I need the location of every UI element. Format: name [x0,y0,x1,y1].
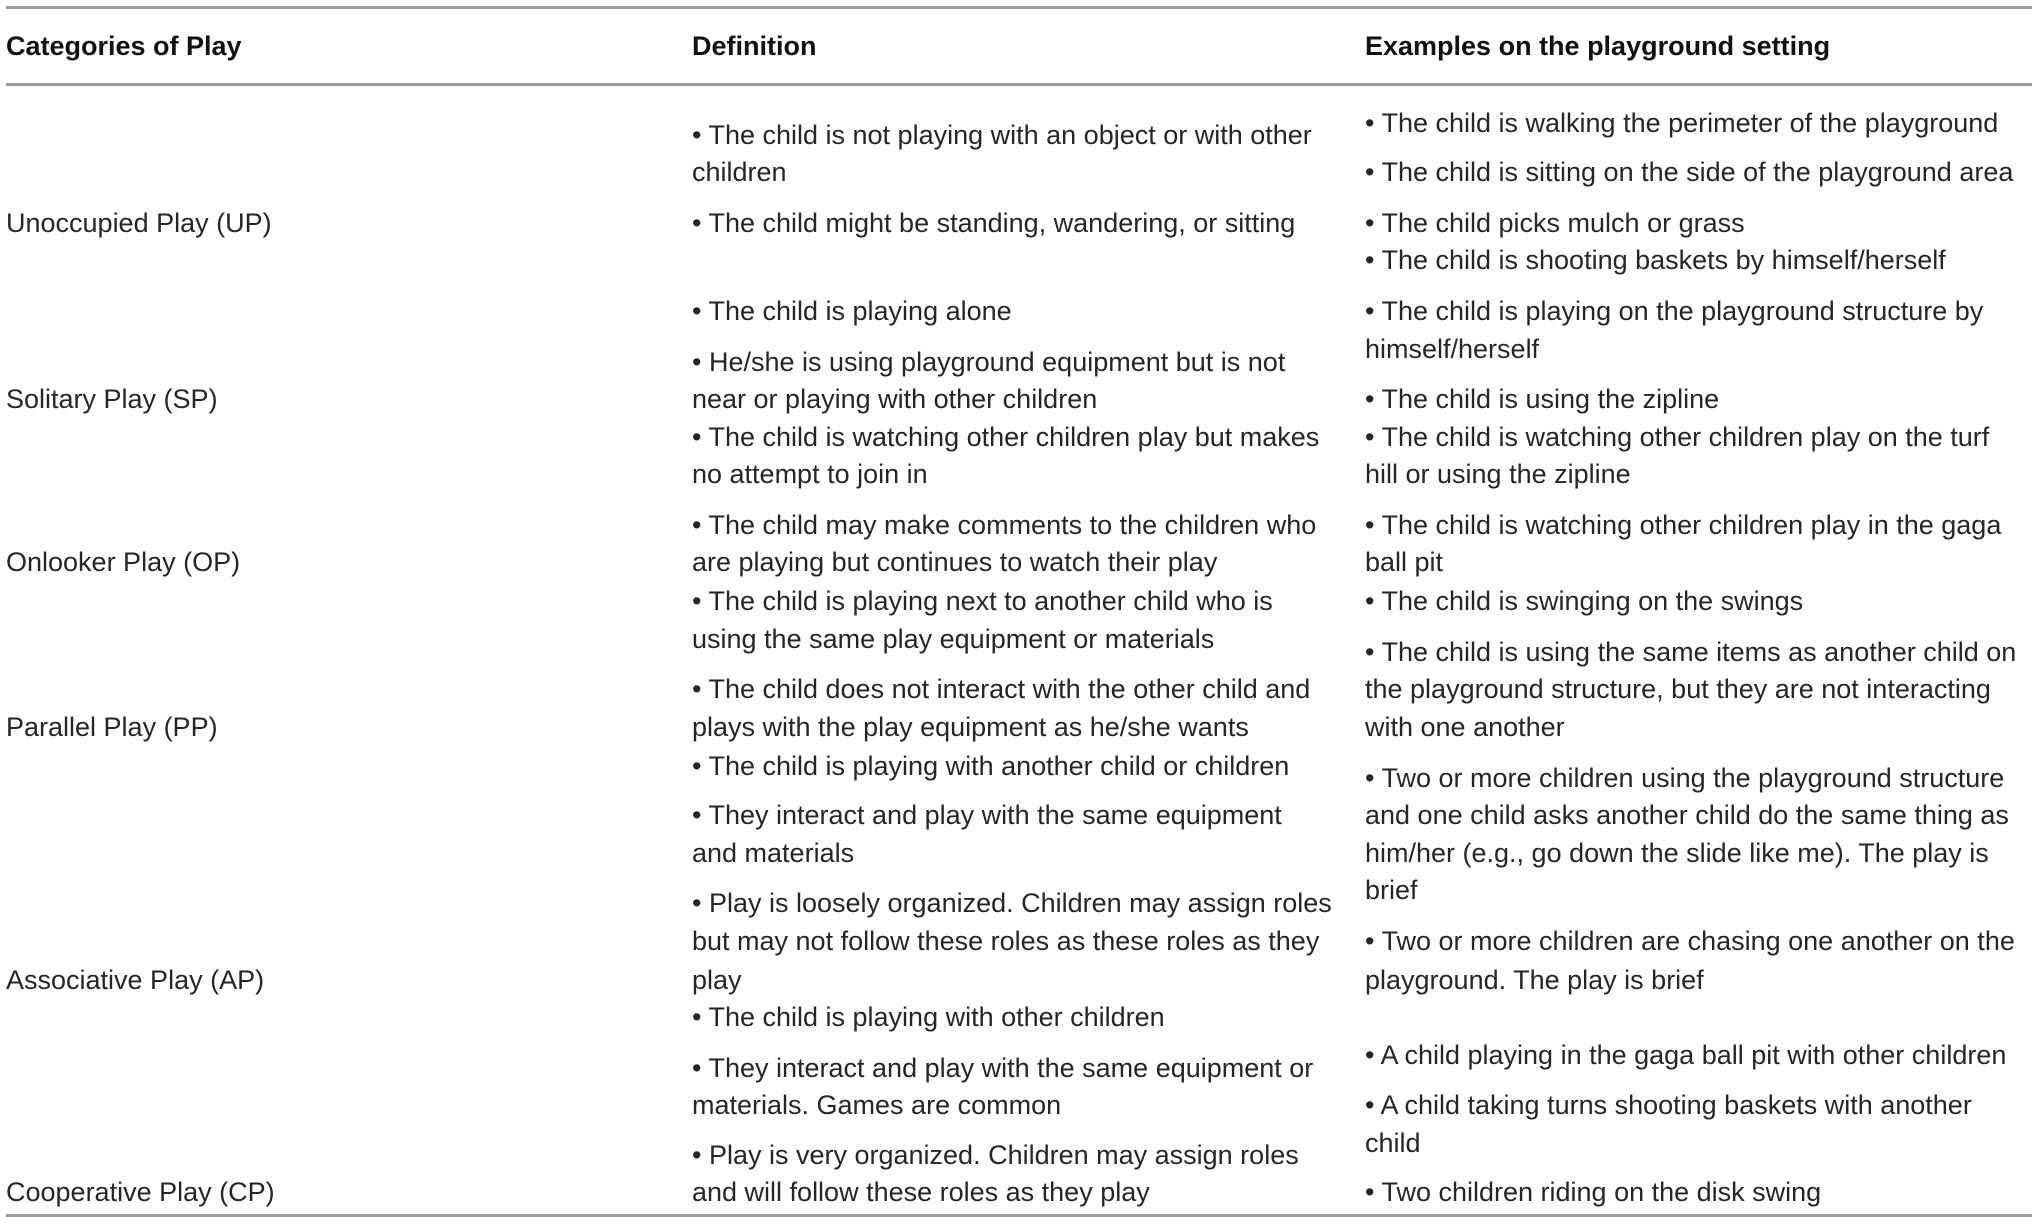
example-line: • The child is watching other children p… [1365,421,1990,452]
category-cell: Parallel Play (PP) [6,712,218,743]
example-line: with one another [1365,712,1565,743]
example-line: • A child playing in the gaga ball pit w… [1365,1039,2007,1070]
header-examples: Examples on the playground setting [1365,31,1831,61]
definition-line: using the same play equipment or materia… [692,623,1215,654]
definition-line: • They interact and play with the same e… [692,1052,1314,1083]
example-line: brief [1365,875,1418,906]
example-line: • The child is playing on the playground… [1365,296,1984,327]
example-line: • The child is shooting baskets by himse… [1365,245,1946,276]
example-line: hill or using the zipline [1365,459,1631,490]
example-line: • Two children riding on the disk swing [1365,1177,1822,1208]
definition-line: plays with the play equipment as he/she … [692,712,1249,743]
example-line: • The child is watching other children p… [1365,509,2002,540]
definition-line: are playing but continues to watch their… [692,547,1218,578]
example-line: him/her (e.g., go down the slide like me… [1365,837,1989,868]
category-cell: Associative Play (AP) [6,964,265,995]
definition-line: • The child does not interact with the o… [692,674,1311,705]
header-categories: Categories of Play [6,31,242,61]
example-line: and one child asks another child do the … [1365,800,2009,831]
example-line: • The child is swinging on the swings [1365,586,1804,617]
definition-line: • The child is not playing with an objec… [692,119,1312,150]
definition-line: no attempt to join in [692,459,928,490]
header-rule [6,83,2032,86]
definition-line: and materials [692,837,855,868]
definition-line: • The child is playing alone [692,296,1012,327]
example-line: playground. The play is brief [1365,964,1704,995]
example-line: • Two or more children are chasing one a… [1365,925,2015,956]
category-cell: Solitary Play (SP) [6,384,218,415]
example-line: • The child picks mulch or grass [1365,207,1745,238]
definition-line: • The child is playing next to another c… [692,586,1273,617]
category-cell: Cooperative Play (CP) [6,1177,275,1208]
example-line: • A child taking turns shooting baskets … [1365,1090,1972,1121]
top-rule [6,6,2032,9]
example-line: child [1365,1128,1421,1159]
example-line: • The child is walking the perimeter of … [1365,108,1999,139]
header-definition: Definition [692,31,817,61]
definition-line: • Play is loosely organized. Children ma… [692,888,1332,919]
definition-line: • They interact and play with the same e… [692,800,1282,831]
category-cell: Onlooker Play (OP) [6,547,241,578]
example-line: the playground structure, but they are n… [1365,674,1991,705]
example-line: • The child is using the same items as a… [1365,636,2017,667]
definition-line: play [692,964,742,995]
definition-line: • The child might be standing, wandering… [692,207,1296,238]
definition-line: • He/she is using playground equipment b… [692,346,1286,377]
example-line: • Two or more children using the playgro… [1365,762,2005,793]
bottom-rule [6,1214,2032,1217]
definition-line: • The child is watching other children p… [692,421,1320,452]
example-line: • The child is sitting on the side of th… [1365,157,2014,188]
definition-line: • The child is playing with another chil… [692,750,1290,781]
definition-line: children [692,157,787,188]
definition-line: near or playing with other children [692,384,1098,415]
example-line: • The child is using the zipline [1365,384,1720,415]
definition-line: but may not follow these roles as these … [692,925,1320,956]
category-cell: Unoccupied Play (UP) [6,207,272,238]
definition-line: • The child is playing with other childr… [692,1002,1165,1033]
example-line: ball pit [1365,547,1444,578]
example-line: himself/herself [1365,333,1540,364]
definition-line: • Play is very organized. Children may a… [692,1139,1299,1170]
definition-line: materials. Games are common [692,1090,1062,1121]
definition-line: • The child may make comments to the chi… [692,509,1317,540]
definition-line: and will follow these roles as they play [692,1177,1150,1208]
